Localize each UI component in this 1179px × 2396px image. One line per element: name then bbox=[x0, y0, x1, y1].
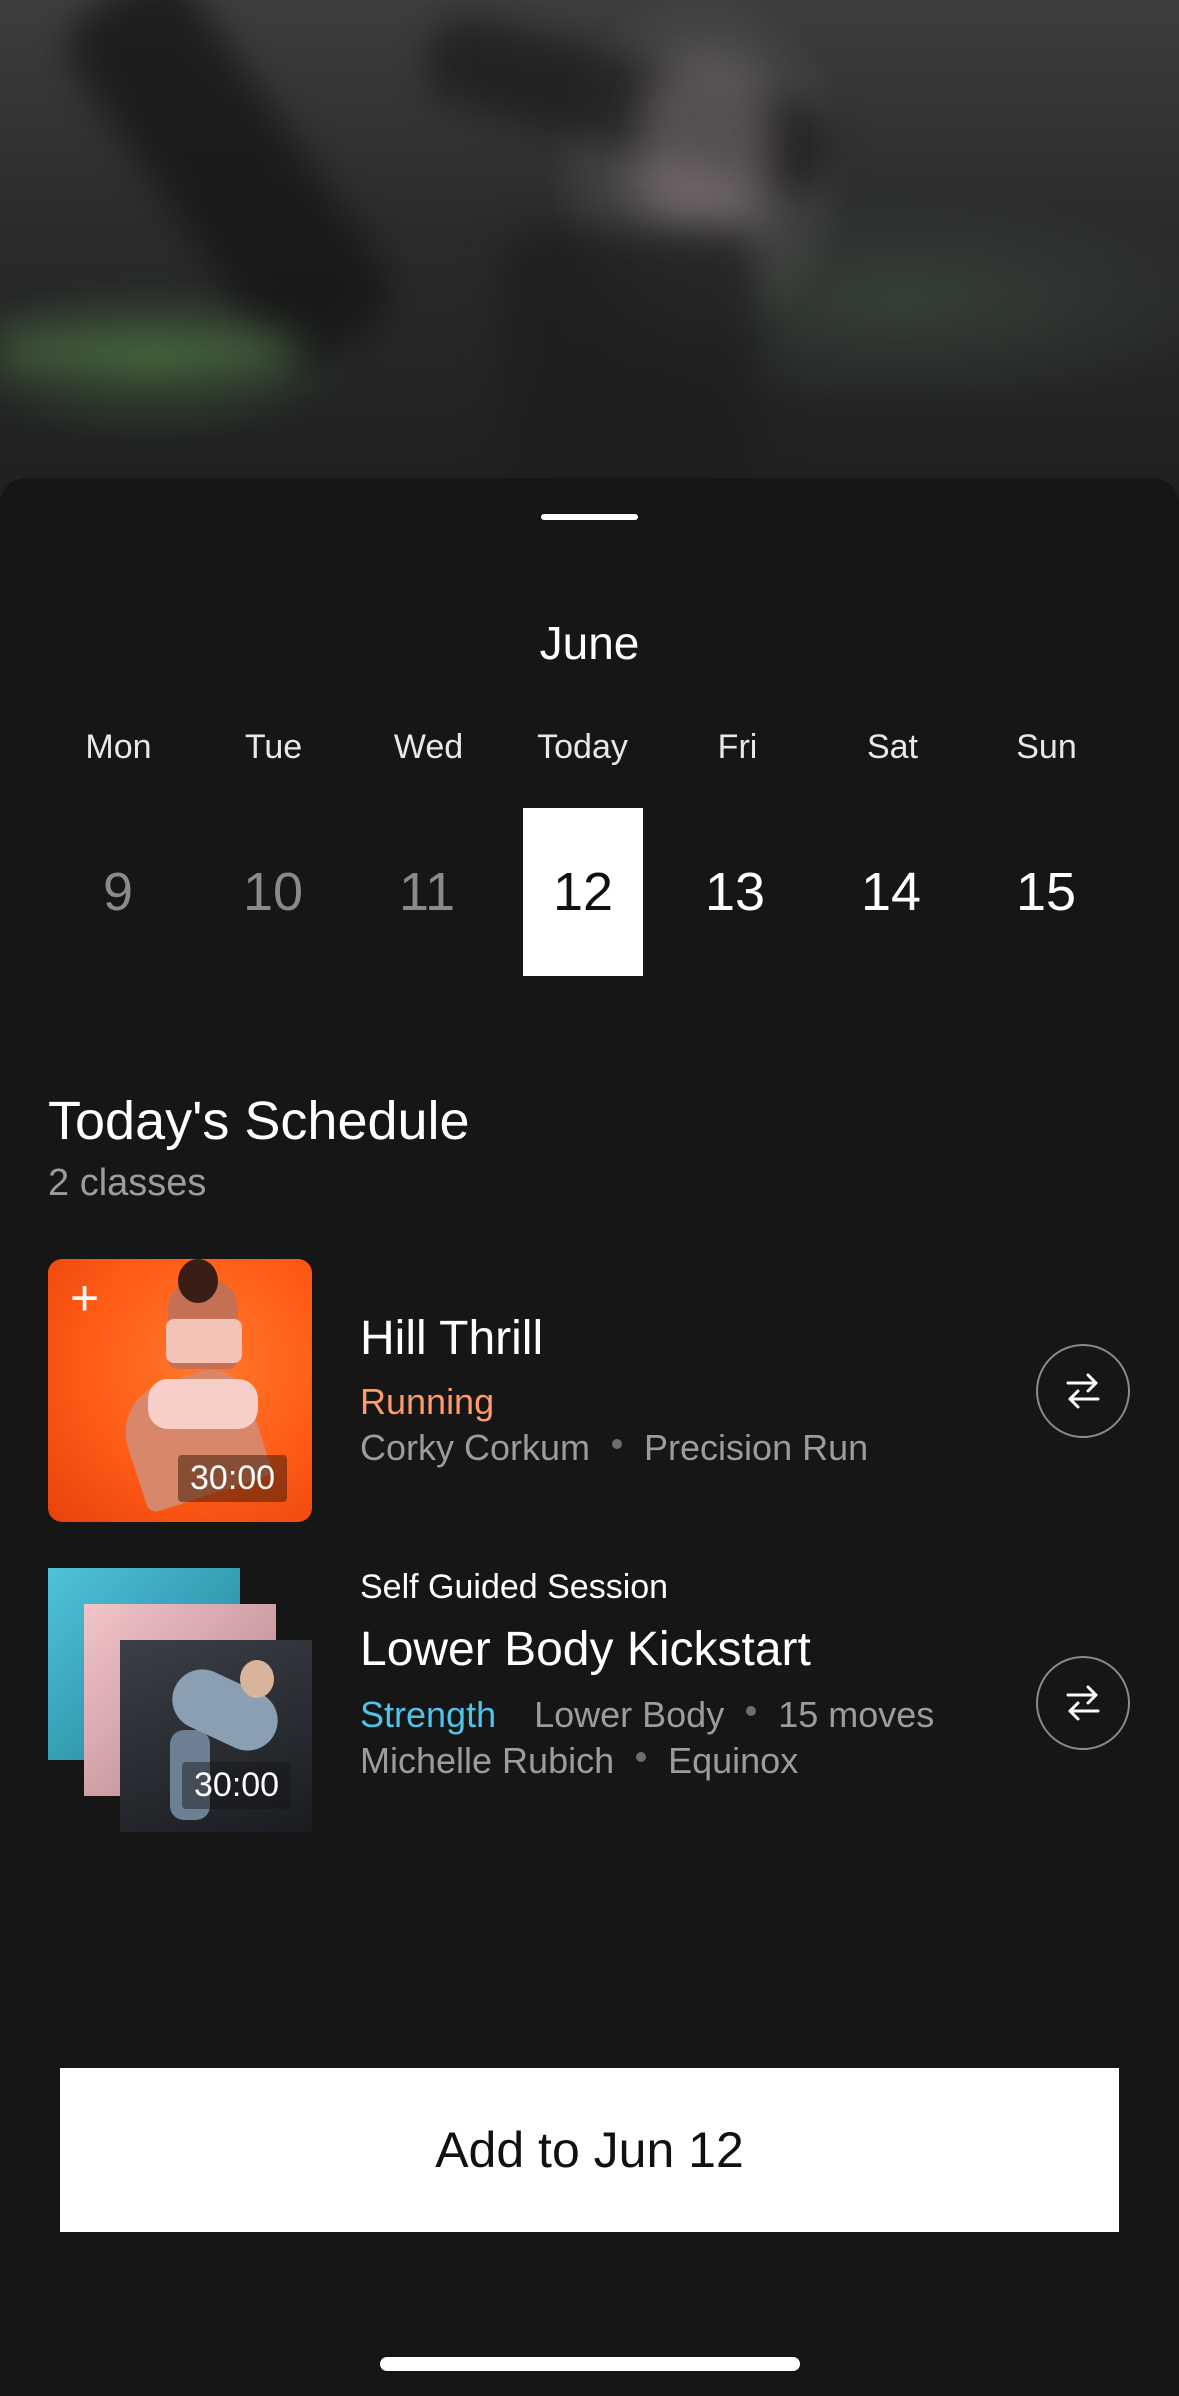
class-thumbnail[interactable]: 30:00 bbox=[120, 1640, 312, 1832]
class-card-lower-body-kickstart[interactable]: 30:00 Self Guided Session Lower Body Kic… bbox=[0, 1568, 1179, 1838]
sheet-grabber[interactable] bbox=[541, 514, 638, 520]
focus-label: Lower Body bbox=[534, 1694, 725, 1735]
weekday-fri: Fri bbox=[717, 728, 758, 766]
date-10[interactable]: 10 bbox=[213, 808, 333, 976]
date-11[interactable]: 11 bbox=[367, 808, 487, 976]
class-meta: Michelle Rubich Equinox bbox=[360, 1740, 798, 1782]
duration-badge: 30:00 bbox=[182, 1762, 292, 1809]
schedule-count: 2 classes bbox=[48, 1162, 207, 1204]
swap-button[interactable] bbox=[1036, 1344, 1130, 1438]
separator-dot bbox=[636, 1752, 647, 1763]
category-label: Strength bbox=[360, 1694, 497, 1735]
home-indicator[interactable] bbox=[380, 2357, 800, 2371]
class-tags: Strength Lower Body 15 moves bbox=[360, 1694, 934, 1736]
swap-button[interactable] bbox=[1036, 1656, 1130, 1750]
instructor-name: Corky Corkum bbox=[360, 1427, 591, 1468]
date-14[interactable]: 14 bbox=[831, 808, 951, 976]
class-title: Lower Body Kickstart bbox=[360, 1623, 811, 1676]
date-9[interactable]: 9 bbox=[58, 808, 178, 976]
swap-icon bbox=[1066, 1373, 1100, 1409]
weekday-sun: Sun bbox=[1016, 728, 1077, 766]
class-eyebrow: Self Guided Session bbox=[360, 1568, 669, 1606]
moves-count: 15 moves bbox=[778, 1694, 935, 1735]
weekday-mon: Mon bbox=[85, 728, 152, 766]
class-meta: Corky Corkum Precision Run bbox=[360, 1427, 868, 1469]
add-to-date-button[interactable]: Add to Jun 12 bbox=[60, 2068, 1119, 2232]
date-15[interactable]: 15 bbox=[986, 808, 1106, 976]
weekday-wed: Wed bbox=[393, 728, 464, 766]
swap-icon bbox=[1066, 1685, 1100, 1721]
separator-dot bbox=[612, 1439, 623, 1450]
instructor-name: Michelle Rubich bbox=[360, 1740, 615, 1781]
weekday-sat: Sat bbox=[866, 728, 919, 766]
program-name: Equinox bbox=[668, 1740, 799, 1781]
weekday-tue: Tue bbox=[244, 728, 303, 766]
category-label: Running bbox=[360, 1381, 495, 1422]
background-photo bbox=[0, 0, 1179, 500]
weekday-today: Today bbox=[537, 728, 628, 766]
class-title: Hill Thrill bbox=[360, 1312, 544, 1365]
plus-icon[interactable]: + bbox=[70, 1273, 99, 1323]
weekday-row: Mon Tue Wed Today Fri Sat Sun bbox=[0, 728, 1179, 772]
class-category: Running bbox=[360, 1381, 494, 1423]
separator-dot bbox=[746, 1706, 757, 1717]
date-12-selected[interactable]: 12 bbox=[523, 808, 643, 976]
class-thumbnail[interactable]: + 30:00 bbox=[48, 1259, 312, 1522]
date-13[interactable]: 13 bbox=[675, 808, 795, 976]
class-card-hill-thrill[interactable]: + 30:00 Hill Thrill Running Corky Corkum… bbox=[0, 1259, 1179, 1523]
program-name: Precision Run bbox=[644, 1427, 869, 1468]
date-row: 9 10 11 12 13 14 15 bbox=[0, 808, 1179, 976]
duration-badge: 30:00 bbox=[178, 1455, 288, 1502]
month-label: June bbox=[539, 617, 640, 669]
schedule-title: Today's Schedule bbox=[48, 1091, 470, 1151]
